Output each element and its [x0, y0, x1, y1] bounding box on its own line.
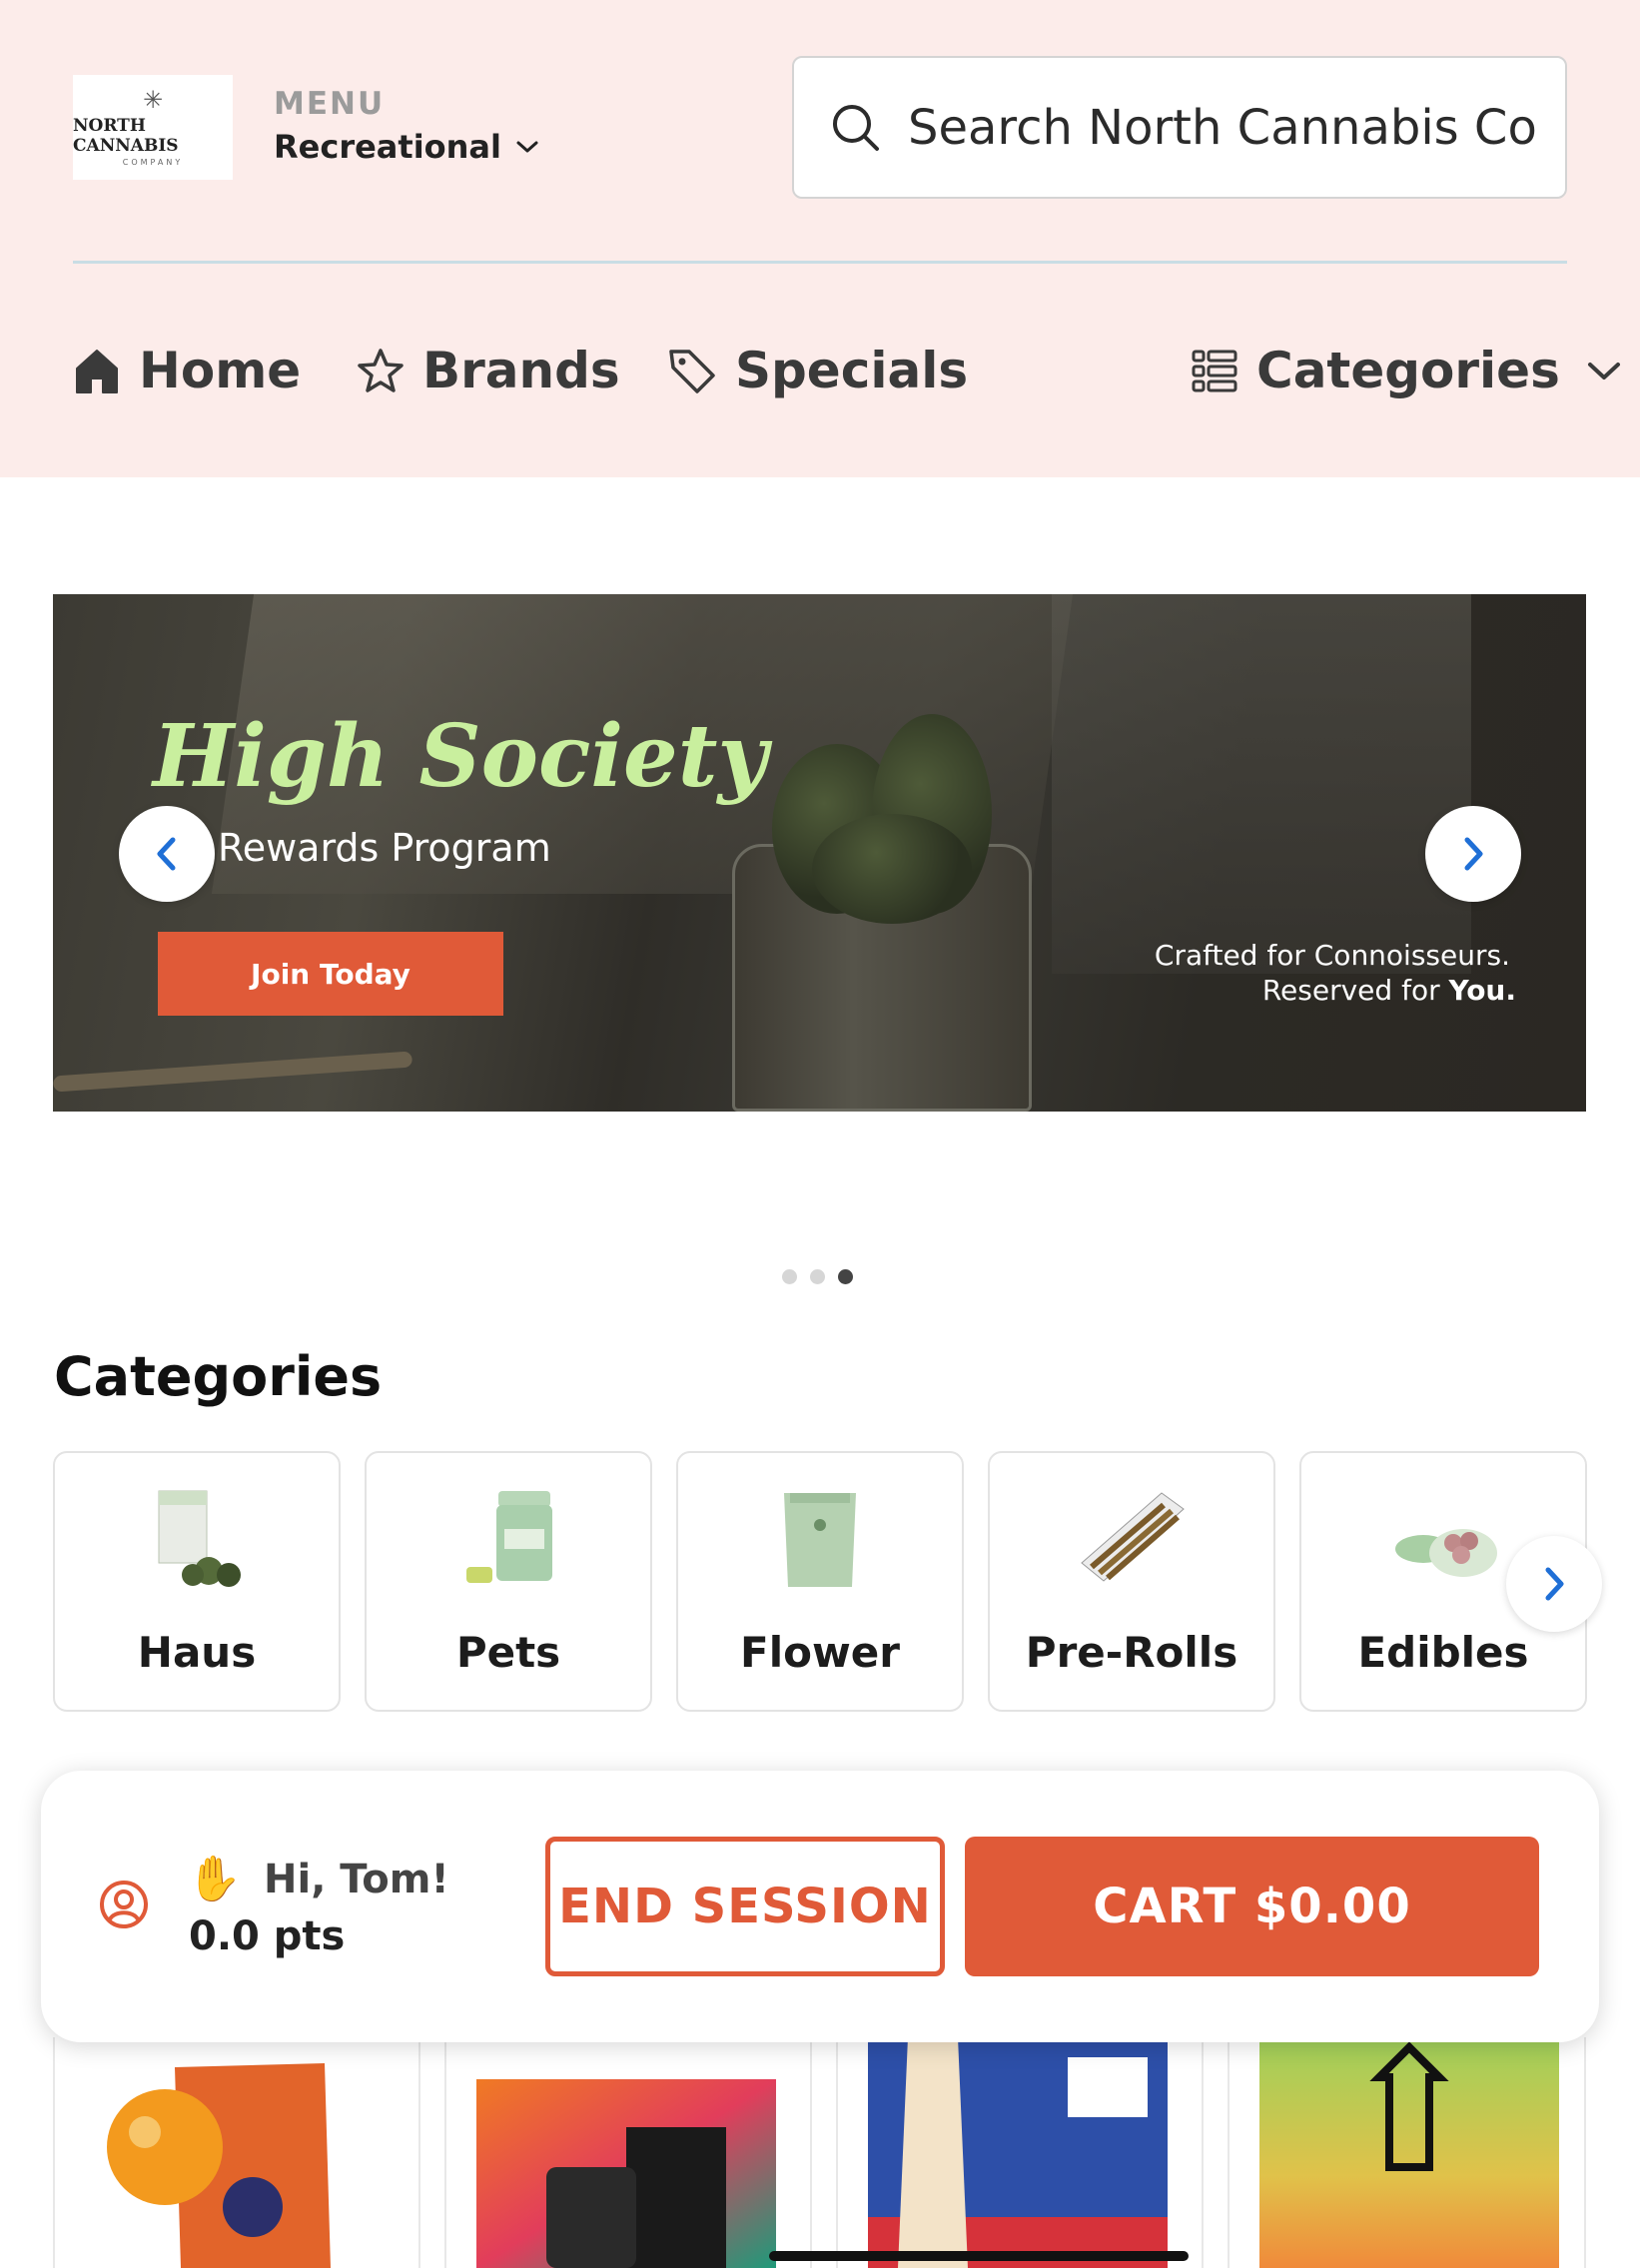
nav-categories-dropdown[interactable]: Categories [1191, 336, 1622, 405]
pre-rolls-product-image [1081, 1492, 1185, 1582]
banner-subtitle: Rewards Program [218, 826, 551, 870]
search-icon [833, 104, 879, 151]
user-account-icon[interactable] [98, 1879, 150, 1930]
flower-product-image [784, 1493, 856, 1587]
category-label: Pets [455, 1628, 561, 1677]
banner-photo-pencil [53, 1051, 413, 1093]
promo-banner[interactable]: High Society Rewards Program Join Today … [53, 594, 1586, 1112]
banner-tagline-bold: You. [1448, 974, 1516, 1007]
carousel-dot[interactable] [810, 1269, 825, 1284]
edibles-product-image [1395, 1529, 1497, 1577]
product-card[interactable] [53, 2037, 420, 2268]
product-card[interactable] [444, 2037, 812, 2268]
star-icon [358, 349, 404, 392]
carousel-next-button[interactable] [1425, 806, 1521, 902]
nav-brands-label: Brands [422, 342, 620, 399]
search-placeholder: Search North Cannabis Co [908, 99, 1537, 156]
category-card-flower[interactable]: Flower [676, 1451, 964, 1712]
product-image [476, 2079, 776, 2268]
end-session-button[interactable]: END SESSION [545, 1837, 945, 1976]
banner-tagline-line1: Crafted for Connoisseurs. [1154, 939, 1510, 972]
product-image [107, 2063, 331, 2268]
category-label: Pre-Rolls [1025, 1628, 1238, 1677]
store-logo[interactable]: ✳ NORTH CANNABIS COMPANY [73, 75, 233, 180]
carousel-dot[interactable] [782, 1269, 797, 1284]
home-indicator [769, 2251, 1189, 2261]
product-card[interactable] [1228, 2037, 1586, 2268]
logo-subtext: COMPANY [122, 158, 184, 167]
greeting-text: Hi, Tom! [264, 1857, 449, 1902]
banner-photo-background [1052, 594, 1471, 974]
nav-specials-label: Specials [735, 342, 969, 399]
menu-type-dropdown[interactable]: Recreational [274, 128, 539, 166]
header: ✳ NORTH CANNABIS COMPANY MENU Recreation… [0, 0, 1640, 477]
pets-product-image [466, 1491, 552, 1583]
carousel-dots [782, 1269, 853, 1284]
banner-tagline-line2: Reserved for You. [1262, 974, 1516, 1007]
banner-title: High Society [153, 706, 768, 807]
cart-button[interactable]: CART $0.00 [965, 1837, 1539, 1976]
chevron-right-icon [1545, 1567, 1564, 1601]
carousel-dot-active[interactable] [838, 1269, 853, 1284]
product-card[interactable] [836, 2037, 1204, 2268]
chevron-right-icon [1464, 837, 1483, 871]
category-card-haus[interactable]: Haus [53, 1451, 341, 1712]
menu-label: MENU [274, 86, 386, 122]
haus-product-image [158, 1490, 241, 1587]
categories-next-button[interactable] [1506, 1536, 1602, 1632]
chevron-left-icon [157, 837, 176, 871]
nav-brands[interactable]: Brands [357, 336, 620, 405]
points-balance: 0.0 pts [189, 1913, 346, 1959]
cannabis-leaf-icon: ✳ [142, 86, 164, 114]
nav-specials[interactable]: Specials [667, 336, 968, 405]
join-today-button[interactable]: Join Today [158, 932, 503, 1016]
category-label: Edibles [1357, 1628, 1529, 1677]
product-row [53, 2037, 1586, 2268]
nav-home-label: Home [139, 342, 302, 399]
home-icon [76, 350, 118, 393]
category-label: Flower [740, 1628, 900, 1677]
chevron-down-icon [516, 141, 538, 153]
session-bar: ✋ Hi, Tom! 0.0 pts END SESSION CART $0.0… [41, 1771, 1599, 2042]
category-label: Haus [137, 1628, 257, 1677]
product-image [868, 2037, 1168, 2268]
list-icon [1192, 350, 1237, 392]
banner-tagline-prefix: Reserved for [1261, 974, 1449, 1007]
category-card-pre-rolls[interactable]: Pre-Rolls [988, 1451, 1275, 1712]
categories-heading: Categories [54, 1345, 383, 1408]
waving-hand-icon: ✋ [187, 1854, 242, 1904]
product-image [1259, 2037, 1559, 2268]
logo-text: NORTH CANNABIS [73, 116, 179, 156]
search-input[interactable]: Search North Cannabis Co [792, 56, 1567, 199]
chevron-down-icon [1587, 363, 1620, 379]
banner-photo-bud [812, 814, 972, 924]
header-divider [73, 261, 1567, 264]
nav-home[interactable]: Home [73, 336, 301, 405]
category-card-pets[interactable]: Pets [365, 1451, 652, 1712]
nav-categories-label: Categories [1256, 342, 1560, 399]
menu-type-value: Recreational [274, 128, 501, 166]
carousel-prev-button[interactable] [119, 806, 215, 902]
tag-icon [669, 350, 715, 393]
